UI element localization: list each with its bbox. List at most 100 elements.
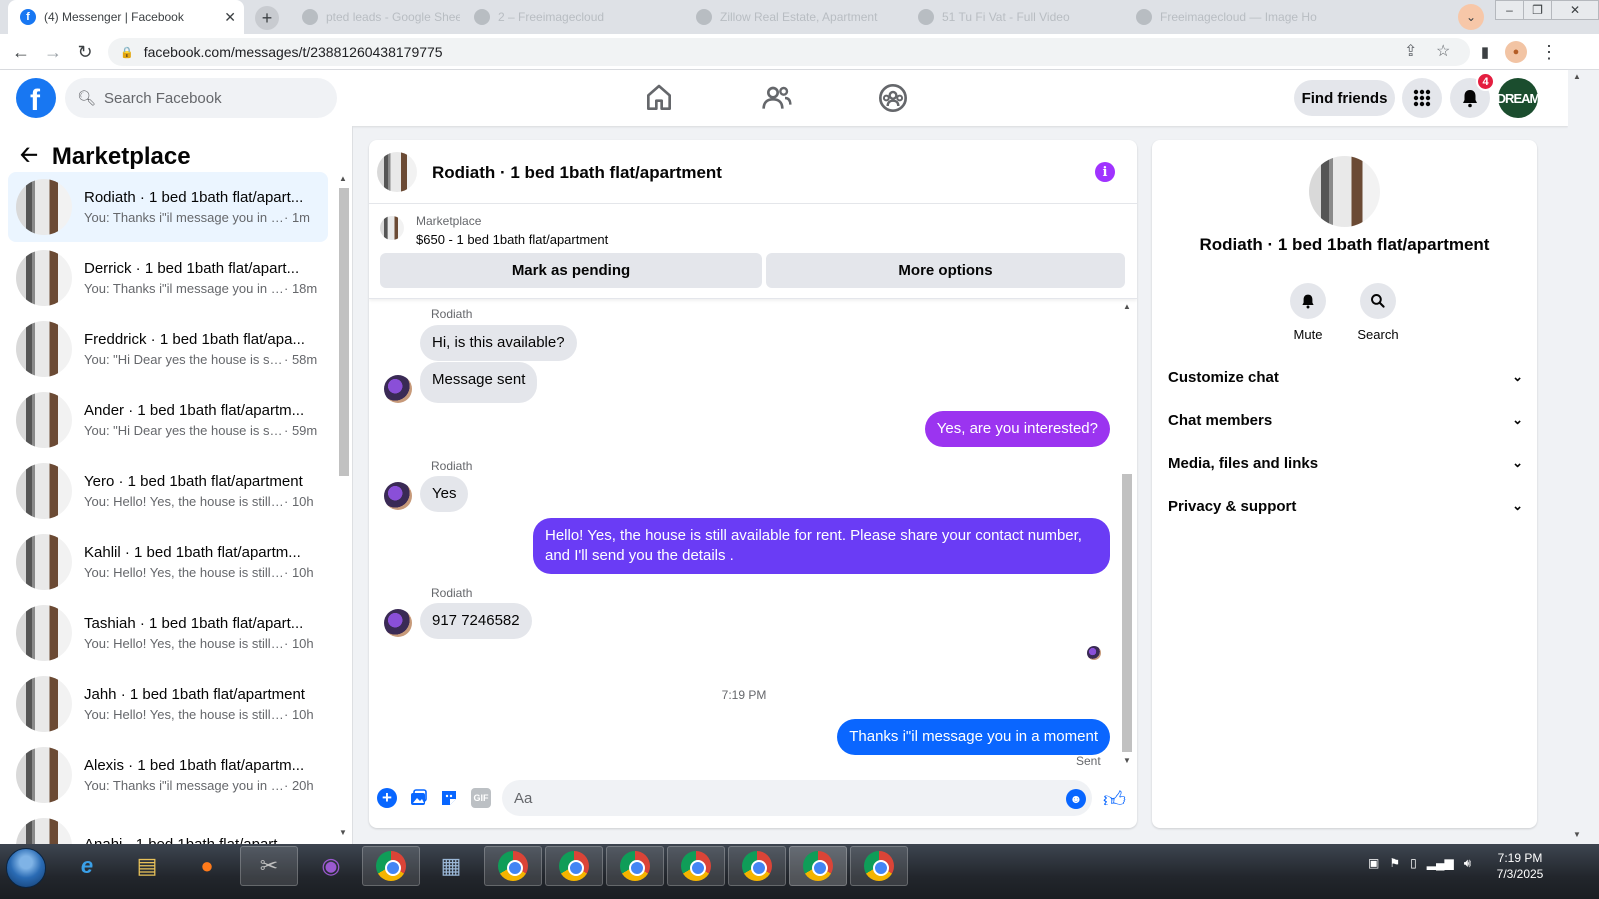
scroll-thumb[interactable] [339,188,349,476]
signal-icon[interactable]: ▂▄▆ [1427,856,1454,871]
bookmark-star-icon[interactable]: ☆ [1436,41,1450,61]
message-bubble-outgoing[interactable]: Thanks i"il message you in a moment [837,719,1110,755]
conversation-item[interactable]: Ander · 1 bed 1bath flat/apartm... You: "… [8,385,328,455]
share-icon[interactable]: ⇪ [1404,41,1417,61]
tab-background-2[interactable]: 2 – Freeimagecloud [462,0,680,34]
message-bubble-incoming[interactable]: Hi, is this available? [420,325,577,361]
message-bubble-outgoing[interactable]: Hello! Yes, the house is still available… [533,518,1110,574]
conversation-item[interactable]: Jahh · 1 bed 1bath flat/apartment You: He… [8,669,328,739]
conversation-item[interactable]: Derrick · 1 bed 1bath flat/apart... You: … [8,243,328,313]
like-icon[interactable]: 👍︎ [1103,786,1126,813]
sender-avatar[interactable] [384,609,412,637]
mark-as-pending-button[interactable]: Mark as pending [380,253,762,288]
back-arrow-icon[interactable]: ← [10,41,32,63]
listing-thumbnail[interactable] [380,216,404,240]
back-arrow-icon[interactable]: 🡠︎ [20,138,38,176]
calculator-icon[interactable]: ▦ [422,846,480,886]
network-icon[interactable]: ▣ [1368,856,1379,871]
message-bubble-outgoing[interactable]: Yes, are you interested? [924,411,1110,447]
tab-background-3[interactable]: Zillow Real Estate, Apartment [684,0,904,34]
media-files-links-section[interactable]: Media, files and links ⌄ [1168,443,1523,483]
chat-title[interactable]: Rodiath · 1 bed 1bath flat/apartment [432,163,722,183]
tab-background-4[interactable]: 51 Tu Fi Vat - Full Video [906,0,1121,34]
message-bubble-incoming[interactable]: Yes [420,476,469,512]
volume-icon[interactable]: 🔊︎ [1464,856,1472,871]
restore-icon[interactable]: ❐ [1523,0,1552,20]
profile-avatar[interactable]: DREAM [1497,78,1540,118]
tab-messenger[interactable]: f (4) Messenger | Facebook ✕ [8,0,244,34]
conversation-item[interactable]: Tashiah · 1 bed 1bath flat/apart... You: … [8,598,328,668]
info-icon[interactable]: i [1095,162,1115,182]
conversation-item[interactable]: Freddrick · 1 bed 1bath flat/apa... You: … [8,314,328,384]
chrome-taskbar-icon[interactable] [850,846,908,886]
scroll-down-arrow-icon[interactable]: ▼ [1573,830,1581,839]
chrome-taskbar-icon[interactable] [362,846,420,886]
power-icon[interactable]: ▯ [1410,856,1417,871]
chrome-menu-icon[interactable]: ⋮ [1538,41,1560,63]
address-bar[interactable]: 🔒 facebook.com/messages/t/23881260438179… [108,38,1470,66]
snipping-tool-icon[interactable]: ✂ [240,846,298,886]
message-bubble-incoming[interactable]: Message sent [420,362,538,403]
chrome-taskbar-icon[interactable] [545,846,603,886]
listing-avatar[interactable] [377,152,417,192]
reload-icon[interactable]: ↻ [74,41,96,63]
conversation-item[interactable]: Rodiath · 1 bed 1bath flat/apart... You: … [8,172,328,242]
side-panel-icon[interactable]: ▮ [1474,41,1496,63]
chrome-taskbar-icon[interactable] [667,846,725,886]
new-tab-button[interactable]: + [255,6,279,30]
scroll-up-arrow-icon[interactable]: ▲ [339,174,347,183]
menu-grid-icon[interactable] [1402,78,1442,118]
chat-members-section[interactable]: Chat members ⌄ [1168,400,1523,440]
privacy-support-section[interactable]: Privacy & support ⌄ [1168,486,1523,526]
scroll-down-arrow-icon[interactable]: ▼ [339,828,347,837]
search-facebook-input[interactable]: 🔍︎ Search Facebook [65,78,337,118]
chrome-profile-icon[interactable]: ● [1505,41,1527,63]
plus-icon[interactable]: + [377,788,397,808]
conversation-item[interactable]: Anahi · 1 bed 1bath flat/apart... [8,811,328,844]
firefox-icon[interactable]: ● [178,846,236,886]
message-bubble-incoming[interactable]: 917 7246582 [420,603,532,639]
sender-avatar[interactable] [384,482,412,510]
close-tab-icon[interactable]: ✕ [224,9,236,25]
scroll-down-arrow-icon[interactable]: ▼ [1123,756,1131,765]
close-window-icon[interactable]: ✕ [1551,0,1599,20]
photo-icon[interactable] [408,788,428,808]
scroll-up-arrow-icon[interactable]: ▲ [1123,302,1131,311]
message-input[interactable]: Aa [502,780,1092,816]
mute-button[interactable]: Mute [1278,283,1338,342]
chrome-taskbar-icon[interactable] [484,846,542,886]
emoji-icon[interactable]: ☻ [1066,789,1086,809]
thread-scrollbar[interactable]: ▲ ▼ [1121,302,1133,769]
mask-app-icon[interactable]: ◉ [302,846,360,886]
taskbar-clock[interactable]: 7:19 PM 7/3/2025 [1496,850,1544,882]
file-explorer-icon[interactable]: ▤ [118,846,176,886]
find-friends-button[interactable]: Find friends [1294,80,1395,116]
chat-list-scrollbar[interactable]: ▲ ▼ [338,174,349,839]
more-options-button[interactable]: More options [766,253,1125,288]
sender-avatar[interactable] [384,375,412,403]
tab-background-1[interactable]: pted leads - Google Sheets [290,0,460,34]
chrome-taskbar-icon[interactable] [606,846,664,886]
internet-explorer-icon[interactable]: e [58,846,116,886]
tab-search-chevron-icon[interactable]: ⌄ [1458,4,1484,30]
groups-icon[interactable] [877,82,909,114]
scroll-up-arrow-icon[interactable]: ▲ [1573,72,1581,81]
tab-background-5[interactable]: Freeimagecloud — Image Ho [1124,0,1342,34]
start-button-icon[interactable] [6,848,46,888]
gif-icon[interactable]: GIF [471,788,491,808]
search-in-conversation-button[interactable]: Search [1348,283,1408,342]
chrome-taskbar-icon[interactable] [728,846,786,886]
conversation-item[interactable]: Kahlil · 1 bed 1bath flat/apartm... You: … [8,527,328,597]
customize-chat-section[interactable]: Customize chat ⌄ [1168,357,1523,397]
page-scrollbar[interactable]: ▲ ▼ [1568,70,1599,845]
scroll-thumb[interactable] [1122,474,1132,752]
friends-icon[interactable] [761,82,793,114]
forward-arrow-icon[interactable]: → [42,41,64,63]
listing-avatar-large[interactable] [1309,156,1380,227]
action-center-icon[interactable]: ⚑ [1389,856,1400,871]
sticker-icon[interactable] [439,788,459,808]
conversation-item[interactable]: Alexis · 1 bed 1bath flat/apartm... You: … [8,740,328,810]
conversation-item[interactable]: Yero · 1 bed 1bath flat/apartment You: He… [8,456,328,526]
minimize-icon[interactable]: – [1495,0,1524,20]
listing-price-title[interactable]: $650 - 1 bed 1bath flat/apartment [416,232,608,247]
